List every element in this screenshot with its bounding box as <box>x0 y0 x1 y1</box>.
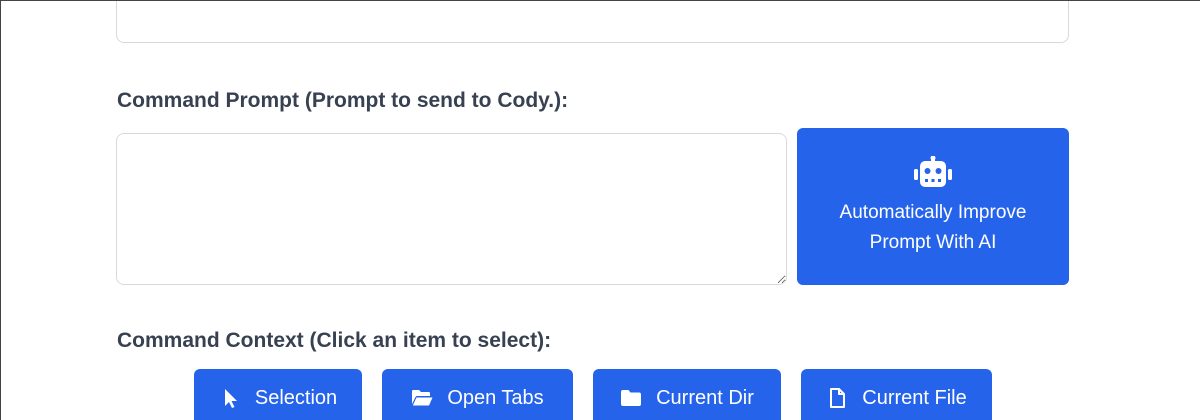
cursor-icon <box>224 389 237 408</box>
improve-prompt-text: Automatically Improve Prompt With AI <box>818 198 1048 258</box>
improve-prompt-line1: Automatically Improve <box>839 201 1027 223</box>
open-tabs-label: Open Tabs <box>447 387 544 409</box>
command-prompt-label: Command Prompt (Prompt to send to Cody.)… <box>117 89 569 112</box>
folder-icon <box>621 390 642 406</box>
previous-input-field[interactable] <box>116 1 1069 43</box>
selection-button[interactable]: Selection <box>194 369 362 420</box>
command-context-label: Command Context (Click an item to select… <box>117 329 552 352</box>
current-dir-button[interactable]: Current Dir <box>593 369 781 420</box>
open-tabs-button[interactable]: Open Tabs <box>382 369 573 420</box>
robot-icon <box>914 155 952 187</box>
improve-prompt-line2: Prompt With AI <box>869 231 997 253</box>
current-dir-label: Current Dir <box>656 387 754 409</box>
folder-open-icon <box>412 390 433 406</box>
file-icon <box>830 388 846 408</box>
improve-prompt-button[interactable]: Automatically Improve Prompt With AI <box>797 128 1069 285</box>
page: Command Prompt (Prompt to send to Cody.)… <box>0 0 1200 420</box>
selection-label: Selection <box>254 387 338 409</box>
command-prompt-textarea[interactable] <box>116 133 787 285</box>
current-file-button[interactable]: Current File <box>801 369 992 420</box>
current-file-label: Current File <box>862 387 967 409</box>
